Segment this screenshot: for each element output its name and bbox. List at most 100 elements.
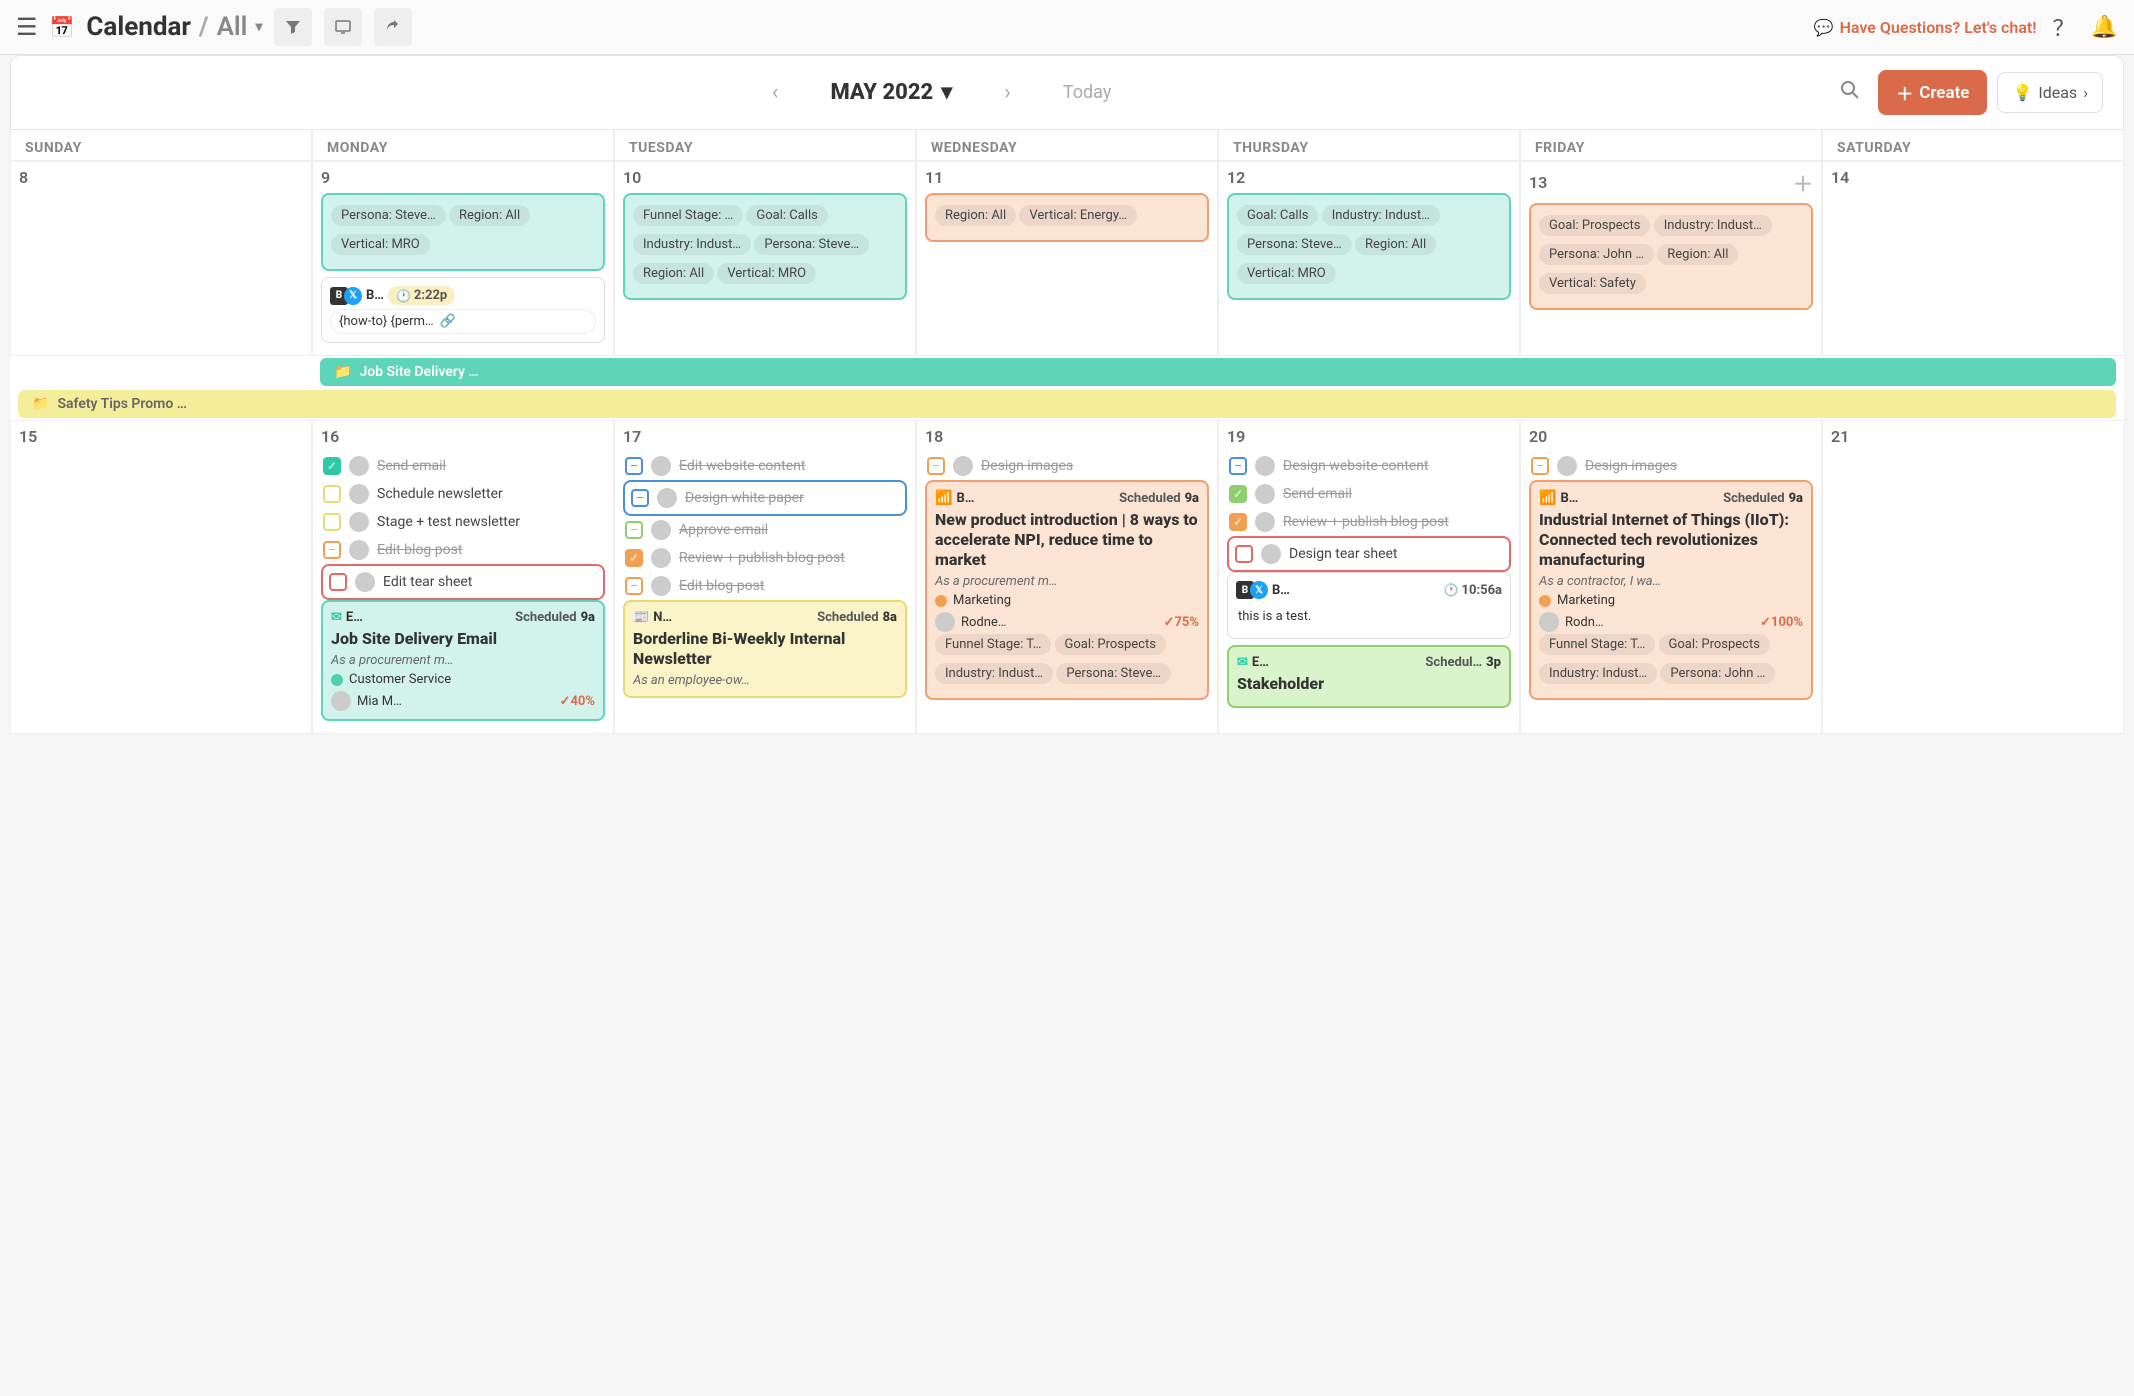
checkbox-icon[interactable] <box>323 485 341 503</box>
avatar <box>1255 512 1275 532</box>
plus-icon: ＋ <box>1896 80 1913 105</box>
breadcrumb-filter[interactable]: All <box>217 12 248 42</box>
day-cell[interactable]: 18 –Design images 📶B…Scheduled9a New pro… <box>916 420 1218 734</box>
task-row[interactable]: –Design images <box>1529 452 1813 480</box>
card-title: New product introduction | 8 ways to acc… <box>935 510 1199 570</box>
checkbox-icon[interactable] <box>1235 545 1253 563</box>
event-card[interactable]: 📰N…Scheduled8a Borderline Bi-Weekly Inte… <box>623 600 907 698</box>
event-card[interactable]: Goal: Prospects Industry: Indust… Person… <box>1529 203 1813 310</box>
display-button[interactable] <box>324 8 362 46</box>
day-cell[interactable]: 14 <box>1822 161 2124 356</box>
campaign-span-jobsite[interactable]: 📁 Job Site Delivery … <box>320 358 2116 386</box>
check-icon: ✓ <box>1164 615 1175 630</box>
month-selector[interactable]: MAY 2022 ▾ <box>830 80 952 105</box>
checkbox-icon[interactable] <box>323 513 341 531</box>
event-card[interactable]: ✉E…Scheduled9a Job Site Delivery Email A… <box>321 600 605 721</box>
event-card[interactable]: 📶B…Scheduled9a Industrial Internet of Th… <box>1529 480 1813 700</box>
checkbox-icon[interactable]: – <box>1531 457 1549 475</box>
checkbox-icon[interactable]: ✓ <box>323 457 341 475</box>
campaign-span-safety[interactable]: 📁 Safety Tips Promo … <box>18 390 2116 418</box>
task-row[interactable]: Design tear sheet <box>1227 536 1511 572</box>
ideas-button[interactable]: 💡 Ideas › <box>1997 72 2103 113</box>
add-icon[interactable]: ＋ <box>1793 168 1813 197</box>
task-row[interactable]: –Edit blog post <box>321 536 605 564</box>
day-cell[interactable]: 17 –Edit website content –Design white p… <box>614 420 916 734</box>
task-row[interactable]: – Approve email <box>623 516 907 544</box>
task-text: Approve email <box>679 522 905 539</box>
checkbox-icon[interactable]: – <box>1229 457 1247 475</box>
day-cell[interactable]: 21 <box>1822 420 2124 734</box>
breadcrumb-title: Calendar <box>86 12 191 42</box>
task-row[interactable]: –Design website content <box>1227 452 1511 480</box>
tag-pill: Persona: John … <box>1539 244 1654 265</box>
day-header-thu: THURSDAY <box>1218 130 1520 161</box>
checkbox-icon[interactable] <box>329 573 347 591</box>
share-button[interactable] <box>374 8 412 46</box>
tag-pill: Persona: Steve… <box>331 205 446 226</box>
mail-icon: ✉ <box>1237 655 1248 670</box>
task-row[interactable]: –Design white paper <box>623 480 907 516</box>
filter-icon <box>285 19 301 35</box>
task-row[interactable]: ✓Send email <box>321 452 605 480</box>
task-row[interactable]: Schedule newsletter <box>321 480 605 508</box>
rss-icon: 📶 <box>935 490 952 506</box>
chat-link[interactable]: 💬 Have Questions? Let's chat! <box>1814 18 2037 37</box>
checkbox-icon[interactable]: – <box>927 457 945 475</box>
checkbox-icon[interactable]: ✓ <box>1229 513 1247 531</box>
create-button[interactable]: ＋ Create <box>1878 70 1987 115</box>
checkbox-icon[interactable]: ✓ <box>1229 485 1247 503</box>
task-row[interactable]: Stage + test newsletter <box>321 508 605 536</box>
social-card[interactable]: B𝕏 B… 🕐10:56a this is a test. <box>1227 572 1511 639</box>
next-month-button[interactable]: › <box>992 74 1023 111</box>
filter-button[interactable] <box>274 8 312 46</box>
share-icon <box>385 19 401 35</box>
checkbox-icon[interactable]: – <box>625 577 643 595</box>
checkbox-icon[interactable]: ✓ <box>625 549 643 567</box>
checkbox-icon[interactable]: – <box>625 457 643 475</box>
task-row[interactable]: –Design images <box>925 452 1209 480</box>
event-card[interactable]: ✉E…Schedul…3p Stakeholder <box>1227 645 1511 708</box>
help-icon[interactable]: ？ <box>2053 11 2075 43</box>
task-row[interactable]: ✓Review + publish blog post <box>1227 508 1511 536</box>
checkbox-icon[interactable]: – <box>631 489 649 507</box>
event-card[interactable]: Region: All Vertical: Energy… <box>925 193 1209 242</box>
chevron-down-icon[interactable]: ▾ <box>255 19 262 35</box>
task-row[interactable]: Edit tear sheet <box>321 564 605 600</box>
tag-pill: Funnel Stage: … <box>633 205 743 226</box>
card-percent: 75% <box>1174 615 1199 630</box>
search-button[interactable] <box>1840 80 1860 105</box>
checkbox-icon[interactable]: – <box>625 521 643 539</box>
day-cell[interactable]: 20 –Design images 📶B…Scheduled9a Industr… <box>1520 420 1822 734</box>
category-dot <box>1539 595 1551 607</box>
day-number: 14 <box>1831 168 1849 187</box>
day-cell[interactable]: 16 ✓Send email Schedule newsletter Stage… <box>312 420 614 734</box>
avatar <box>349 512 369 532</box>
task-row[interactable]: ✓Send email <box>1227 480 1511 508</box>
checkbox-icon[interactable]: – <box>323 541 341 559</box>
avatar <box>935 612 955 632</box>
task-row[interactable]: –Edit website content <box>623 452 907 480</box>
folder-icon: 📁 <box>334 364 351 380</box>
menu-icon[interactable]: ☰ <box>16 13 38 41</box>
task-row[interactable]: –Edit blog post <box>623 572 907 600</box>
task-row[interactable]: ✓Review + publish blog post <box>623 544 907 572</box>
day-cell[interactable]: 12 Goal: Calls Industry: Indust… Persona… <box>1218 161 1520 356</box>
day-cell[interactable]: 13＋ Goal: Prospects Industry: Indust… Pe… <box>1520 161 1822 356</box>
tag-pill: Region: All <box>1355 234 1436 255</box>
event-card[interactable]: 📶B…Scheduled9a New product introduction … <box>925 480 1209 700</box>
day-cell[interactable]: 10 Funnel Stage: … Goal: Calls Industry:… <box>614 161 916 356</box>
day-cell[interactable]: 19 –Design website content ✓Send email ✓… <box>1218 420 1520 734</box>
social-card[interactable]: B𝕏 B… 🕐2:22p {how-to} {perm… 🔗 <box>321 277 605 343</box>
event-card[interactable]: Persona: Steve… Region: All Vertical: MR… <box>321 193 605 271</box>
card-sched: Scheduled <box>817 610 878 625</box>
social-body: this is a test. <box>1236 603 1502 630</box>
day-cell[interactable]: 8 <box>10 161 312 356</box>
notifications-icon[interactable]: 🔔 <box>2091 15 2118 40</box>
day-cell[interactable]: 11 Region: All Vertical: Energy… <box>916 161 1218 356</box>
day-cell[interactable]: 15 <box>10 420 312 734</box>
prev-month-button[interactable]: ‹ <box>760 74 791 111</box>
event-card[interactable]: Funnel Stage: … Goal: Calls Industry: In… <box>623 193 907 300</box>
day-cell[interactable]: 9 Persona: Steve… Region: All Vertical: … <box>312 161 614 356</box>
event-card[interactable]: Goal: Calls Industry: Indust… Persona: S… <box>1227 193 1511 300</box>
today-button[interactable]: Today <box>1063 82 1111 103</box>
